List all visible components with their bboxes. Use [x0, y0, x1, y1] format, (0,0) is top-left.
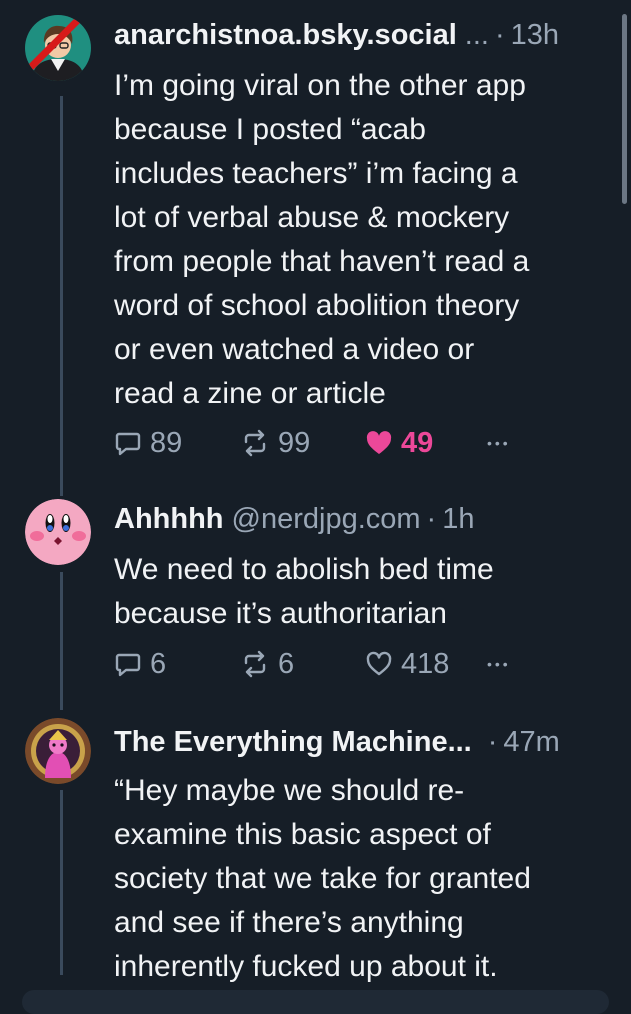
timestamp[interactable]: 1h: [442, 499, 474, 539]
avatar[interactable]: [25, 15, 91, 81]
name-truncation: ...: [464, 19, 489, 51]
post-header: The Everything Machine... · 47m: [114, 722, 609, 762]
like-button[interactable]: 418: [365, 644, 449, 684]
heart-outline-icon: [366, 651, 392, 676]
reply-icon: [115, 432, 141, 456]
bottom-composer-bar[interactable]: [22, 990, 609, 1014]
more-options-button[interactable]: •••: [487, 644, 511, 684]
like-count: 49: [401, 426, 434, 459]
avatar[interactable]: [25, 499, 91, 565]
post-text-line: and see if there’s anything: [114, 906, 464, 939]
repost-button[interactable]: 99: [240, 423, 310, 463]
reply-button[interactable]: 89: [114, 423, 182, 463]
author-name[interactable]: Ahhhhh: [114, 499, 224, 539]
repost-button[interactable]: 6: [240, 644, 294, 684]
post-text-line: includes teachers” i’m facing a: [114, 157, 518, 190]
reply-button[interactable]: 6: [114, 644, 166, 684]
more-options-button[interactable]: •••: [487, 423, 511, 463]
post-text-line: I’m going viral on the other app: [114, 69, 526, 102]
like-count: 418: [401, 647, 450, 680]
post-text: “Hey maybe we should re- examine this ba…: [114, 769, 614, 989]
post-header: Ahhhhh @nerdjpg.com · 1h: [114, 499, 609, 539]
reply-count: 89: [150, 426, 183, 459]
timestamp[interactable]: 47m: [503, 722, 559, 762]
repost-icon: [244, 650, 266, 678]
post-text-line: because it’s authoritarian: [114, 597, 447, 630]
post-text-line: or even watched a video or: [114, 333, 475, 366]
more-options-icon: •••: [487, 435, 511, 451]
post-text-line: because I posted “acab: [114, 113, 426, 146]
author-handle[interactable]: @nerdjpg.com: [232, 499, 421, 539]
post-text-line: inherently fucked up about it.: [114, 950, 498, 983]
post-text-line: We need to abolish bed time: [114, 553, 494, 586]
separator-dot: ·: [426, 503, 437, 535]
post-text-line: from people that haven’t read a: [114, 245, 530, 278]
repost-icon: [244, 429, 266, 457]
more-options-icon: •••: [487, 656, 511, 672]
post-text: I’m going viral on the other app because…: [114, 64, 614, 416]
post-text-line: word of school abolition theory: [114, 289, 520, 322]
post-text-line: society that we take for granted: [114, 862, 531, 895]
repost-count: 6: [278, 647, 295, 680]
post-text-line: examine this basic aspect of: [114, 818, 491, 851]
author-name[interactable]: anarchistnoa.bsky.social: [114, 15, 457, 55]
separator-dot: ·: [487, 726, 498, 758]
post-anarchistnoa[interactable]: anarchistnoa.bsky.social ... · 13h I’m g…: [0, 15, 631, 475]
post-actions: 89 99 49 •••: [114, 423, 614, 463]
separator-dot: ·: [494, 19, 505, 51]
post-header: anarchistnoa.bsky.social ... · 13h: [114, 15, 609, 55]
author-name[interactable]: The Everything Machine...: [114, 722, 472, 762]
reply-count: 6: [150, 647, 167, 680]
like-button[interactable]: 49: [365, 423, 433, 463]
post-text: We need to abolish bed time because it’s…: [114, 548, 614, 636]
post-nerdjpg[interactable]: Ahhhhh @nerdjpg.com · 1h We need to abol…: [0, 499, 631, 699]
timestamp[interactable]: 13h: [511, 15, 559, 55]
post-actions: 6 6 418 •••: [114, 644, 614, 684]
heart-filled-icon: [366, 431, 392, 454]
reply-icon: [115, 653, 141, 677]
post-text-line: read a zine or article: [114, 377, 386, 410]
post-text-line: lot of verbal abuse & mockery: [114, 201, 510, 234]
avatar[interactable]: [25, 718, 91, 784]
repost-count: 99: [278, 426, 311, 459]
post-everything-machine[interactable]: The Everything Machine... · 47m “Hey may…: [0, 718, 631, 1000]
post-text-line: “Hey maybe we should re-: [114, 774, 465, 807]
